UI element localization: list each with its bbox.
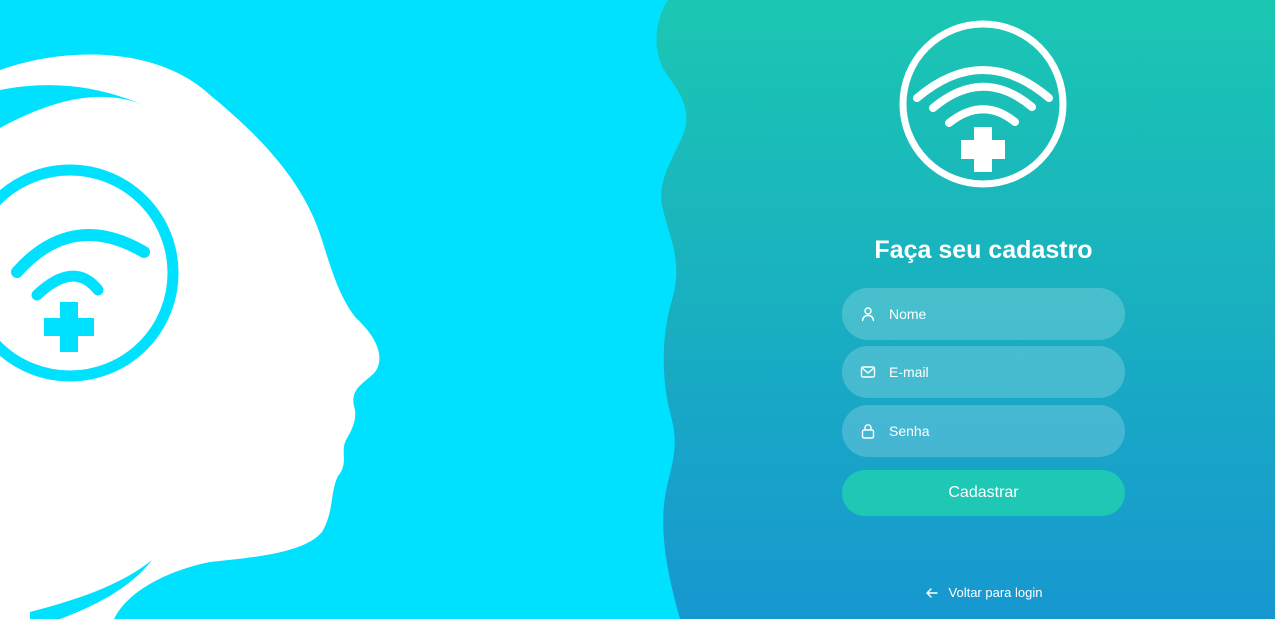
email-input[interactable] — [889, 364, 1109, 380]
user-icon — [859, 305, 877, 323]
back-to-login-link[interactable]: Voltar para login — [842, 585, 1125, 600]
page-title: Faça seu cadastro — [874, 236, 1093, 264]
arrow-left-icon — [925, 586, 939, 600]
register-button[interactable]: Cadastrar — [842, 470, 1125, 516]
password-field[interactable] — [842, 405, 1125, 457]
name-field[interactable] — [842, 288, 1125, 340]
back-to-login-label: Voltar para login — [948, 585, 1043, 600]
mail-icon — [859, 363, 877, 381]
name-input[interactable] — [889, 306, 1109, 322]
lock-icon — [859, 422, 877, 440]
wifi-cross-circle-icon — [899, 20, 1067, 188]
password-input[interactable] — [889, 423, 1109, 439]
email-field[interactable] — [842, 346, 1125, 398]
